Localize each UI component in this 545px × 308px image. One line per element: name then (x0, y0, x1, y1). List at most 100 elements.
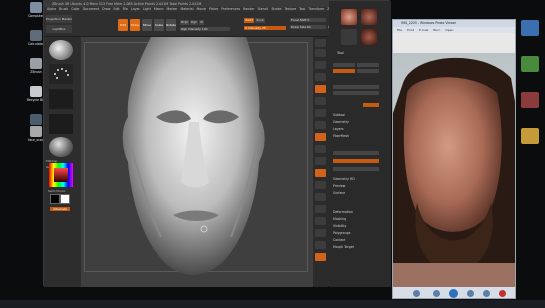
palette-slider[interactable] (333, 85, 379, 89)
viewer-menu-print[interactable]: Print (407, 27, 414, 33)
palette-item-contact[interactable]: Contact (333, 238, 345, 243)
palette-item-fibermesh[interactable]: FiberMesh (333, 134, 349, 139)
previous-icon[interactable] (433, 290, 440, 297)
solo-button[interactable] (315, 241, 326, 249)
tool-thumbnail-4[interactable] (361, 29, 377, 45)
secondary-color-swatch[interactable] (60, 194, 70, 204)
palette-slider[interactable] (333, 91, 379, 95)
desktop-icon-recycle-bin[interactable]: Recycle Bin (27, 86, 45, 102)
palette-item-geometry-hd[interactable]: Geometry HD (333, 177, 355, 182)
z-intensity-slider[interactable]: Z Intensity 25 (244, 26, 286, 30)
zbrush-icon (30, 58, 42, 69)
desktop-icon-face-scan[interactable]: face_scan (28, 126, 44, 142)
delete-icon[interactable] (499, 290, 506, 297)
scroll-button[interactable] (315, 61, 326, 69)
scale-button[interactable]: Scale (154, 19, 164, 31)
next-icon[interactable] (467, 290, 474, 297)
palette-button[interactable] (333, 69, 355, 73)
rotate-button[interactable]: Rotate (166, 19, 176, 31)
aahalf-button[interactable] (315, 97, 326, 105)
palette-item-deformation[interactable]: Deformation (333, 210, 353, 215)
draw-size-slider[interactable]: Draw Size 64 (290, 25, 326, 29)
desktop-icon-label: ZBrush (30, 70, 42, 74)
stroke-thumbnail[interactable] (49, 64, 73, 84)
rotate-left-icon[interactable] (483, 290, 490, 297)
local-button[interactable] (315, 133, 326, 141)
palette-item-visibility[interactable]: Visibility (333, 224, 346, 229)
tool-thumbnail-3[interactable] (341, 29, 357, 45)
alpha-thumbnail[interactable] (49, 89, 73, 109)
polyf-button[interactable] (315, 205, 326, 213)
switch-color-label: SwitchColor (48, 189, 66, 193)
main-color-swatch[interactable] (50, 194, 60, 204)
viewer-menu-open[interactable]: Open (445, 27, 453, 33)
zadd-button[interactable]: Zadd (244, 18, 254, 23)
color-picker[interactable] (49, 163, 73, 187)
palette-button[interactable] (363, 103, 379, 107)
spix-button[interactable] (315, 49, 326, 57)
palette-item-morph-target[interactable]: Morph Target (333, 245, 354, 250)
bpr-button[interactable] (315, 39, 326, 47)
taskbar (0, 300, 545, 308)
viewer-menu-file[interactable]: File (397, 27, 402, 33)
floor-button[interactable] (315, 121, 326, 129)
file-icon (30, 126, 42, 137)
desktop-icon-right-1[interactable] (521, 20, 539, 36)
draw-button[interactable]: Draw (130, 19, 140, 31)
edit-button[interactable]: Edit (118, 19, 128, 31)
zoom-icon[interactable] (413, 290, 420, 297)
viewer-menu-email[interactable]: E-mail (419, 27, 428, 33)
rotate-view-button[interactable] (315, 193, 326, 201)
desktop-icon-label: Calculator (27, 42, 45, 46)
alternate-button[interactable]: Alternate (50, 207, 70, 211)
desktop-icon-zbrush[interactable]: ZBrush (29, 58, 43, 74)
projection-master-button[interactable]: Projection Master (46, 15, 72, 23)
frame-button[interactable] (315, 157, 326, 165)
desktop-icon-right-3[interactable] (521, 92, 539, 108)
ghost-button[interactable] (315, 229, 326, 237)
zoom-button[interactable] (315, 73, 326, 81)
right-shelf (314, 37, 328, 287)
move-button[interactable]: Move (142, 19, 152, 31)
rgb-intensity-slider[interactable]: Rgb Intensity 100 (180, 27, 230, 31)
tool-thumbnail[interactable] (341, 9, 357, 25)
slideshow-icon[interactable] (449, 289, 458, 298)
palette-item-layers[interactable]: Layers (333, 127, 344, 132)
palette-item-subtool[interactable]: Subtool (333, 113, 345, 118)
tool-thumbnail-2[interactable] (361, 9, 377, 25)
palette-button[interactable] (357, 69, 379, 73)
lightbox-button[interactable]: LightBox (46, 25, 72, 33)
mrgb-button[interactable]: Mrgb (180, 20, 189, 25)
scale-view-button[interactable] (315, 181, 326, 189)
actual-button[interactable] (315, 85, 326, 93)
xpose-button[interactable] (315, 253, 326, 261)
palette-item-geometry[interactable]: Geometry (333, 120, 349, 125)
m-button[interactable]: M (199, 20, 204, 25)
palette-button[interactable] (333, 63, 355, 67)
palette-item-polygroups[interactable]: Polygroups (333, 231, 350, 236)
transp-button[interactable] (315, 217, 326, 225)
desktop-icon-right-2[interactable] (521, 56, 539, 72)
desktop-icon-calculator[interactable]: Calculator (27, 30, 45, 46)
desktop-icon-right-4[interactable] (521, 128, 539, 144)
xyz-button[interactable] (315, 145, 326, 153)
texture-thumbnail[interactable] (49, 114, 73, 134)
palette-slider[interactable] (333, 159, 379, 163)
material-thumbnail[interactable] (49, 137, 73, 157)
document-canvas[interactable] (81, 37, 313, 287)
move-view-button[interactable] (315, 169, 326, 177)
palette-button[interactable] (357, 63, 379, 67)
palette-item-masking[interactable]: Masking (333, 217, 346, 222)
palette-slider[interactable] (333, 167, 379, 171)
zsub-button[interactable]: Zsub (255, 18, 265, 23)
bearded-man-photo (393, 58, 515, 287)
brush-thumbnail[interactable] (49, 40, 73, 60)
palette-slider[interactable] (333, 151, 379, 155)
palette-item-preview[interactable]: Preview (333, 184, 345, 189)
desktop-icon-computer[interactable]: Computer (28, 2, 44, 18)
rgb-button[interactable]: Rgb (190, 20, 198, 25)
palette-item-surface[interactable]: Surface (333, 191, 345, 196)
persp-button[interactable] (315, 109, 326, 117)
focal-shift-slider[interactable]: Focal Shift 0 (290, 18, 326, 22)
viewer-menu-burn[interactable]: Burn (433, 27, 440, 33)
